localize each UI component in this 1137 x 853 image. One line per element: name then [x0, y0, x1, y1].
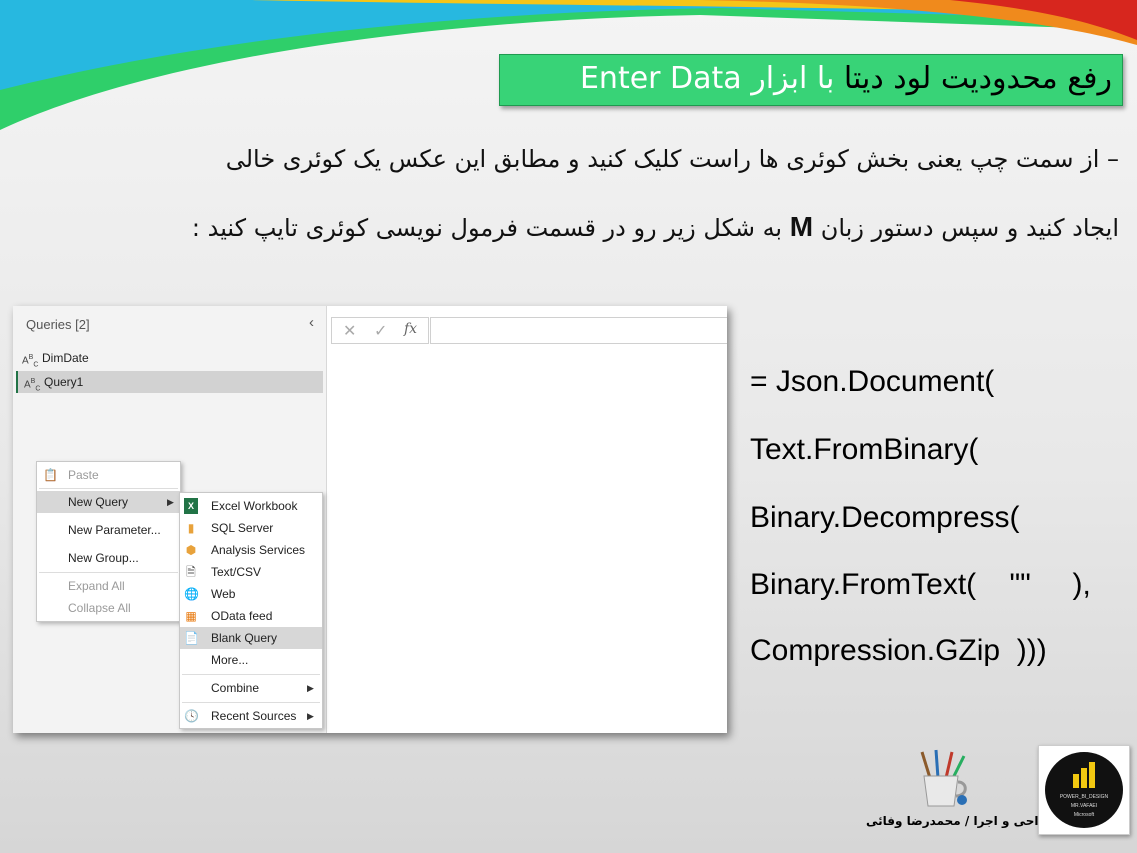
submenu-arrow-icon: ▶ — [307, 711, 314, 721]
abc-text-icon: ABC — [24, 378, 41, 393]
submenu-item-analysis-services[interactable]: ⬢ Analysis Services — [180, 539, 322, 561]
code-line-1: = Json.Document( — [750, 365, 995, 398]
instruction-line-1: – از سمت چپ یعنی بخش کوئری ها راست کلیک … — [225, 145, 1119, 173]
power-bi-icon — [1073, 762, 1095, 788]
confirm-icon[interactable]: ✓ — [374, 321, 387, 341]
menu-separator — [39, 572, 178, 573]
code-line-5: Compression.GZip ))) — [750, 634, 1047, 667]
formula-input[interactable] — [430, 317, 727, 344]
logo-circle: POWER_BI_DESIGN MR.VAFAEI Microsoft — [1045, 752, 1123, 828]
query-name: Query1 — [44, 375, 84, 389]
menu-item-new-query[interactable]: New Query ▶ — [37, 491, 180, 513]
query-name: DimDate — [42, 351, 89, 365]
submenu-item-text-csv[interactable]: 🗎 Text/CSV — [180, 561, 322, 583]
menu-separator — [39, 488, 178, 489]
submenu-item-sql-server[interactable]: ▮ SQL Server — [180, 517, 322, 539]
code-line-3: Binary.Decompress( — [750, 501, 1020, 534]
title-part-2: با ابزار — [751, 61, 835, 96]
submenu-item-more[interactable]: More... — [180, 649, 322, 671]
odata-icon: ▦ — [185, 609, 197, 623]
language-m: M — [789, 211, 814, 242]
recent-sources-icon: 🕓 — [184, 709, 199, 723]
database-icon: ▮ — [187, 521, 195, 535]
menu-item-paste[interactable]: 📋 Paste — [37, 464, 180, 486]
query-item-query1[interactable]: ABC Query1 — [16, 371, 323, 393]
title-banner: رفع محدودیت لود دیتا با ابزار Enter Data — [499, 54, 1123, 106]
collapse-pane-icon[interactable]: ‹ — [309, 314, 314, 331]
new-query-submenu: X Excel Workbook ▮ SQL Server ⬢ Analysis… — [179, 492, 323, 729]
excel-icon: X — [184, 498, 198, 514]
menu-separator — [182, 674, 320, 675]
globe-icon: 🌐 — [184, 587, 199, 601]
menu-item-collapse-all[interactable]: Collapse All — [37, 597, 180, 619]
credit-text: طراحی و اجرا / محمدرضا وفائی — [866, 814, 1058, 828]
document-icon: 🗎 — [186, 565, 196, 579]
fx-icon[interactable]: fx — [404, 321, 417, 337]
submenu-item-recent-sources[interactable]: 🕓 Recent Sources ▶ — [180, 705, 322, 727]
menu-separator — [182, 702, 320, 703]
query-item-dimdate[interactable]: ABC DimDate — [16, 347, 323, 369]
cancel-icon[interactable]: ✕ — [343, 321, 356, 341]
paste-icon: 📋 — [43, 468, 58, 482]
instruction-line-2: ایجاد کنید و سپس دستور زبان M به شکل زیر… — [192, 207, 1119, 248]
submenu-arrow-icon: ▶ — [307, 683, 314, 693]
code-line-4: Binary.FromText( "" ), — [750, 568, 1091, 601]
menu-item-expand-all[interactable]: Expand All — [37, 575, 180, 597]
submenu-item-web[interactable]: 🌐 Web — [180, 583, 322, 605]
page-title: رفع محدودیت لود دیتا با ابزار Enter Data — [580, 59, 1112, 99]
submenu-arrow-icon: ▶ — [167, 497, 174, 507]
logo-line-1: POWER_BI_DESIGN — [1059, 794, 1109, 800]
brushes-cup-icon — [920, 749, 967, 807]
submenu-item-excel-workbook[interactable]: X Excel Workbook — [180, 495, 322, 517]
blank-query-icon: 📄 — [184, 631, 199, 645]
submenu-item-combine[interactable]: Combine ▶ — [180, 677, 322, 699]
menu-item-new-parameter[interactable]: New Parameter... — [37, 519, 180, 541]
power-bi-design-logo: POWER_BI_DESIGN MR.VAFAEI Microsoft — [1038, 745, 1130, 835]
submenu-item-odata-feed[interactable]: ▦ OData feed — [180, 605, 322, 627]
power-query-screenshot: Queries [2] ‹ ABC DimDate ABC Query1 ✕ ✓… — [13, 306, 727, 733]
instruction-line-2-b: به شکل زیر رو در قسمت فرمول نویسی کوئری … — [191, 214, 783, 242]
submenu-item-blank-query[interactable]: 📄 Blank Query — [180, 627, 322, 649]
logo-line-3: Microsoft — [1073, 812, 1095, 818]
queries-header: Queries [2] — [26, 317, 90, 332]
code-line-2: Text.FromBinary( — [750, 433, 979, 466]
title-tool-name: Enter Data — [579, 61, 742, 96]
formula-bar-buttons: ✕ ✓ fx — [331, 317, 429, 344]
logo-line-2: MR.VAFAEI — [1070, 803, 1098, 809]
menu-item-new-group[interactable]: New Group... — [37, 547, 180, 569]
instruction-line-2-a: ایجاد کنید و سپس دستور زبان — [820, 214, 1119, 242]
title-part-1: رفع محدودیت لود دیتا — [843, 61, 1112, 96]
cube-icon: ⬢ — [185, 543, 197, 557]
context-menu: 📋 Paste New Query ▶ New Parameter... New… — [36, 461, 181, 622]
